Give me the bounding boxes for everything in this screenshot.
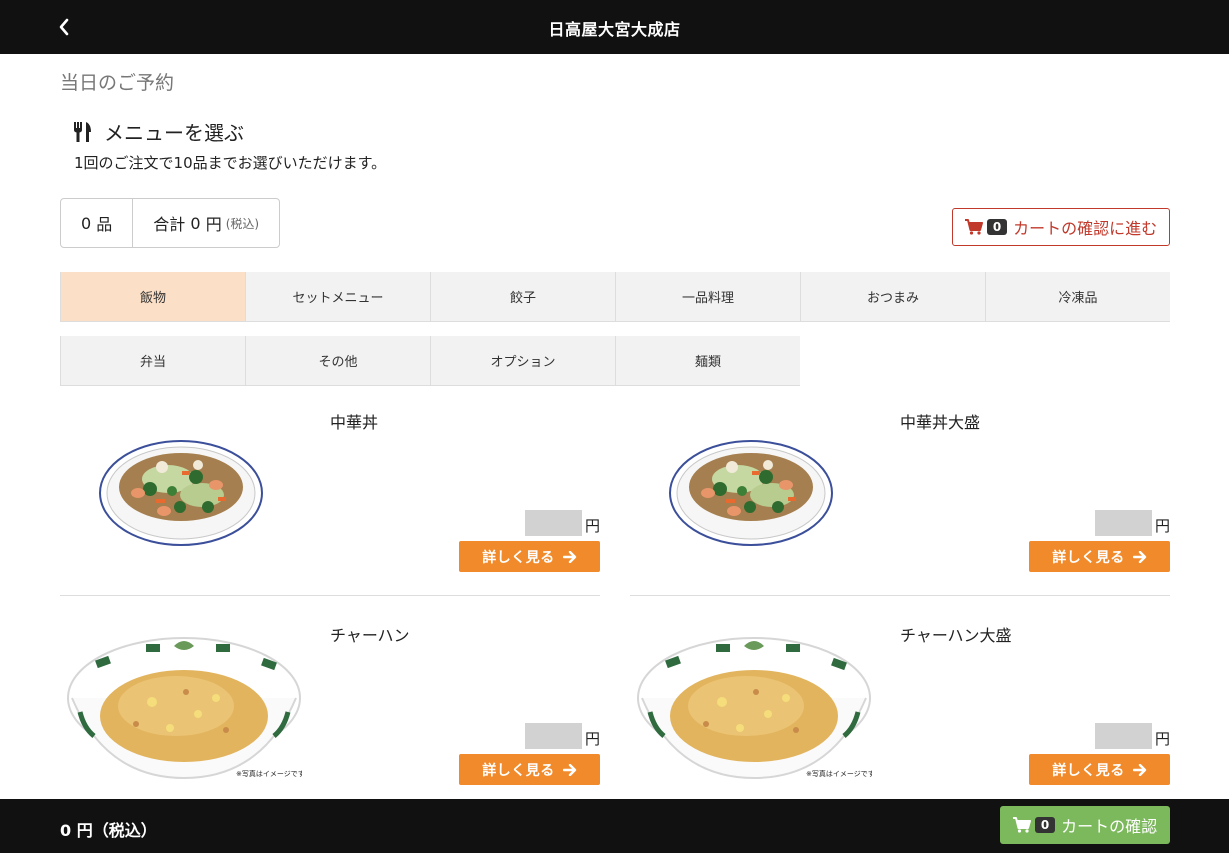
- item-count-value: 0: [81, 213, 92, 233]
- app-footer: 0 円（税込） 0 カートの確認: [0, 799, 1229, 853]
- store-title: 日高屋大宮大成店: [548, 20, 681, 39]
- detail-button-label: 詳しく見る: [482, 549, 555, 566]
- tab-options[interactable]: オプション: [430, 336, 615, 386]
- arrow-right-icon: [562, 550, 577, 563]
- tab-other[interactable]: その他: [245, 336, 430, 386]
- cart-proceed-button[interactable]: 0 カートの確認に進む: [952, 208, 1170, 246]
- detail-button[interactable]: 詳しく見る: [459, 541, 600, 572]
- cart-confirm-button[interactable]: 0 カートの確認: [1000, 806, 1170, 844]
- total-currency: 円: [205, 215, 222, 234]
- category-tabs-row-2: 弁当 その他 オプション 麺類: [60, 336, 1170, 386]
- tab-gyoza[interactable]: 餃子: [430, 272, 615, 322]
- price-hidden: [1094, 723, 1152, 749]
- arrow-right-icon: [1132, 550, 1147, 563]
- price-unit: 円: [1154, 730, 1170, 748]
- main-content: 当日のご予約 メニューを選ぶ 1回のご注文で10品までお選びいただけます。 0 …: [0, 54, 1229, 799]
- cart-icon: [1012, 817, 1031, 833]
- price-hidden: [524, 510, 582, 536]
- cart-proceed-label: カートの確認に進む: [1013, 219, 1158, 238]
- item-name: チャーハン: [330, 626, 410, 645]
- detail-button[interactable]: 詳しく見る: [459, 754, 600, 785]
- item-price: 円: [1094, 510, 1170, 536]
- price-unit: 円: [584, 730, 600, 748]
- item-price: 円: [524, 723, 600, 749]
- detail-button-label: 詳しく見る: [1052, 549, 1125, 566]
- item-price: 円: [1094, 723, 1170, 749]
- footer-total: 0 円（税込）: [60, 821, 157, 840]
- fried-rice-image: ※写真はイメージです。: [67, 637, 302, 780]
- menu-section-title: メニューを選ぶ: [104, 121, 244, 145]
- order-summary: 0 品 合計 0 円 (税込): [60, 198, 281, 248]
- arrow-right-icon: [562, 763, 577, 776]
- tax-note: (税込): [225, 216, 260, 231]
- item-divider: [630, 595, 1170, 596]
- menu-section-heading: メニューを選ぶ: [74, 117, 244, 146]
- menu-item: 中華丼大盛 円 詳しく見る: [630, 409, 1170, 609]
- arrow-right-icon: [1132, 763, 1147, 776]
- detail-button-label: 詳しく見る: [1052, 762, 1125, 779]
- utensils-icon: [74, 121, 92, 142]
- image-note: ※写真はイメージです。: [236, 769, 302, 778]
- tab-snacks[interactable]: おつまみ: [800, 272, 985, 322]
- item-count: 0 品: [61, 199, 132, 247]
- item-name: チャーハン大盛: [900, 626, 1012, 645]
- app-header: 日高屋大宮大成店: [0, 0, 1229, 54]
- tab-bento[interactable]: 弁当: [60, 336, 245, 386]
- tab-rice[interactable]: 飯物: [60, 272, 245, 322]
- item-divider: [60, 595, 600, 596]
- image-note: ※写真はイメージです。: [806, 769, 872, 778]
- order-limit-note: 1回のご注文で10品までお選びいただけます。: [74, 154, 387, 172]
- price-unit: 円: [1154, 517, 1170, 535]
- cart-icon: [964, 219, 983, 235]
- total-label: 合計: [153, 215, 186, 234]
- menu-item: チャーハン大盛 ※写真はイメージです。 円 詳しく見る: [630, 622, 1170, 799]
- price-unit: 円: [584, 517, 600, 535]
- menu-item: チャーハン ※写真はイメージです。 円 詳しく見る: [60, 622, 600, 799]
- item-name: 中華丼: [330, 413, 379, 432]
- tab-frozen[interactable]: 冷凍品: [985, 272, 1170, 322]
- detail-button[interactable]: 詳しく見る: [1029, 754, 1170, 785]
- order-total: 合計 0 円 (税込): [132, 199, 279, 247]
- cart-count-badge: 0: [986, 219, 1008, 235]
- item-price: 円: [524, 510, 600, 536]
- menu-item: 中華丼 円 詳しく見る: [60, 409, 600, 609]
- price-hidden: [524, 723, 582, 749]
- detail-button[interactable]: 詳しく見る: [1029, 541, 1170, 572]
- tab-set-menu[interactable]: セットメニュー: [245, 272, 430, 322]
- tab-a-la-carte[interactable]: 一品料理: [615, 272, 800, 322]
- fried-rice-large-image: ※写真はイメージです。: [637, 637, 872, 780]
- price-hidden: [1094, 510, 1152, 536]
- item-name: 中華丼大盛: [900, 413, 981, 432]
- page-title: 当日のご予約: [60, 72, 175, 94]
- category-tabs-row-1: 飯物 セットメニュー 餃子 一品料理 おつまみ 冷凍品: [60, 272, 1170, 322]
- chuka-don-large-image: [669, 440, 833, 546]
- chuka-don-image: [99, 440, 263, 546]
- cart-count-badge: 0: [1034, 817, 1056, 833]
- tab-noodles[interactable]: 麺類: [615, 336, 800, 386]
- cart-confirm-label: カートの確認: [1061, 817, 1158, 836]
- detail-button-label: 詳しく見る: [482, 762, 555, 779]
- total-value: 0: [190, 213, 201, 233]
- item-count-unit: 品: [96, 215, 113, 234]
